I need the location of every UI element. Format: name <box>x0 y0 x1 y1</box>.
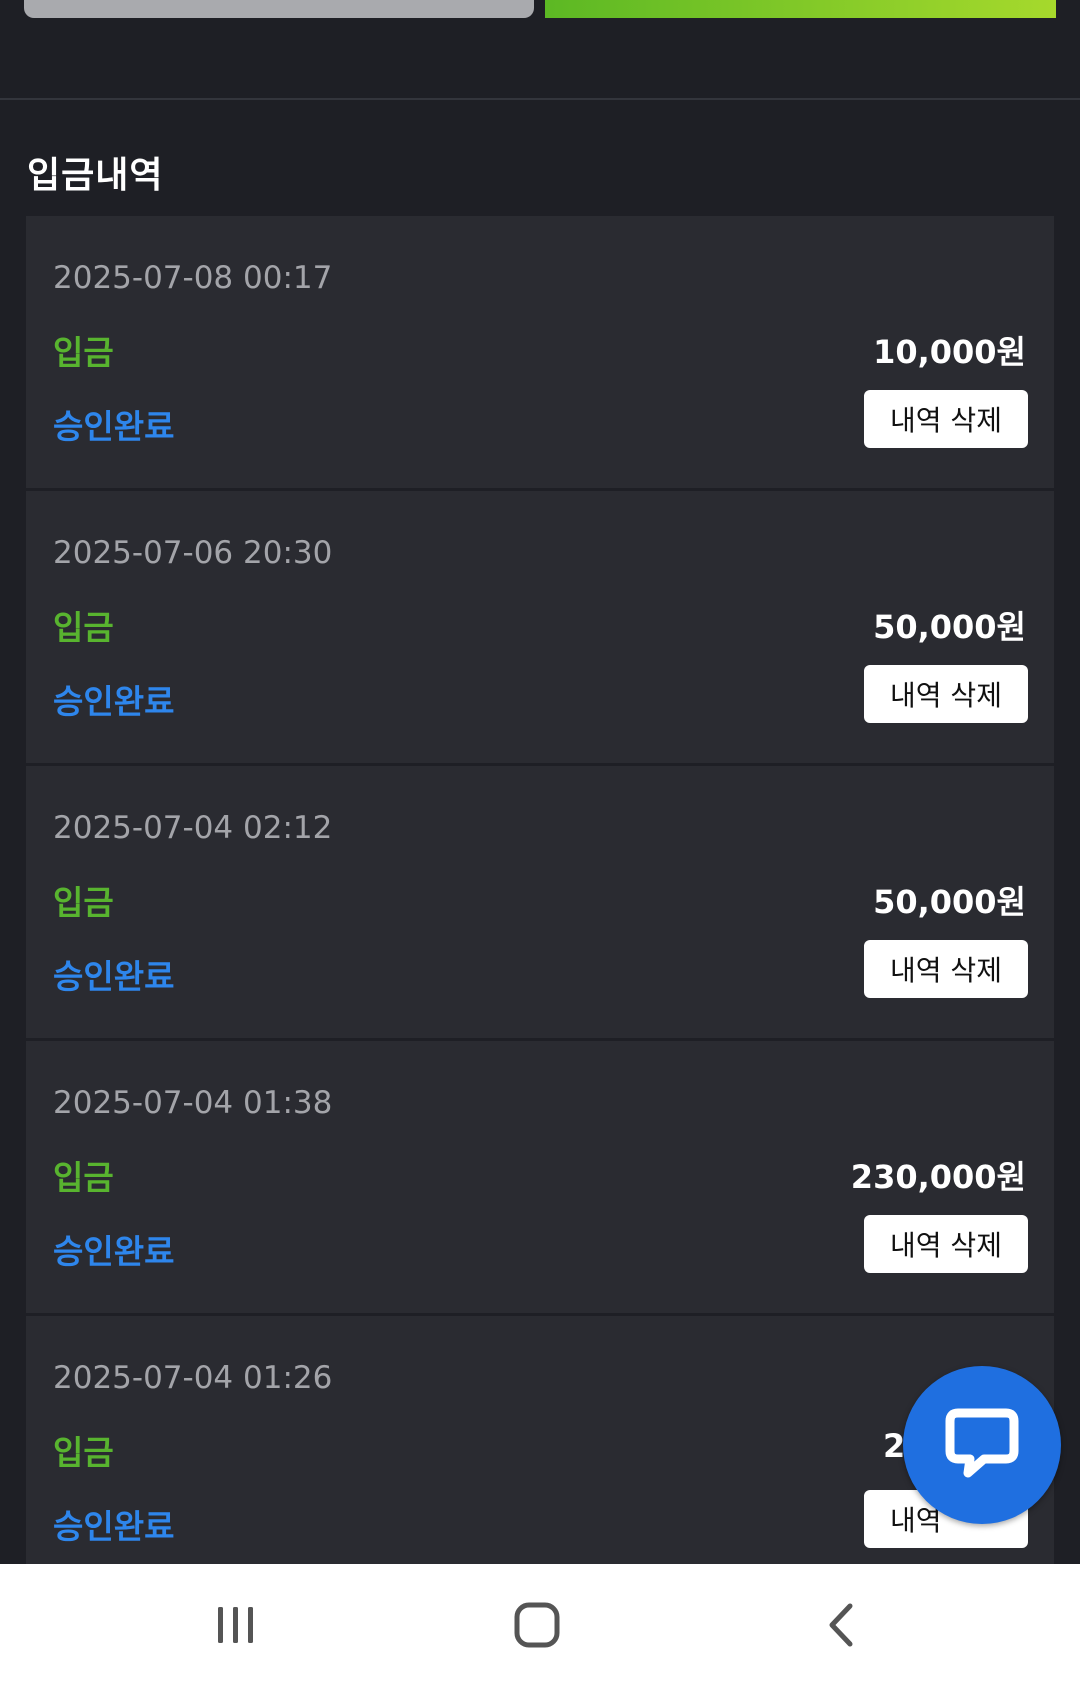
primary-action-button[interactable] <box>545 0 1056 18</box>
record-type: 입금 <box>53 1158 114 1197</box>
record-date: 2025-07-06 20:30 <box>53 535 333 571</box>
record-status: 승인완료 <box>53 1507 175 1546</box>
record-status: 승인완료 <box>53 957 175 996</box>
chat-button[interactable] <box>903 1366 1061 1524</box>
record-type: 입금 <box>53 608 114 647</box>
record-date: 2025-07-04 02:12 <box>53 810 333 846</box>
recent-apps-button[interactable] <box>156 1564 316 1690</box>
history-card: 2025-07-08 00:17 입금 10,000원 승인완료 내역 삭제 <box>26 216 1054 491</box>
system-navigation-bar <box>0 1564 1080 1690</box>
delete-record-button[interactable]: 내역 삭제 <box>864 390 1028 448</box>
history-card: 2025-07-04 01:26 입금 2 승인완료 내역 <box>26 1316 1054 1591</box>
top-action-area <box>0 0 1080 100</box>
record-status: 승인완료 <box>53 1232 175 1271</box>
record-date: 2025-07-04 01:26 <box>53 1360 333 1396</box>
history-card: 2025-07-04 02:12 입금 50,000원 승인완료 내역 삭제 <box>26 766 1054 1041</box>
record-status: 승인완료 <box>53 682 175 721</box>
record-amount: 230,000원 <box>850 1158 1026 1196</box>
record-type: 입금 <box>53 883 114 922</box>
record-amount: 50,000원 <box>873 608 1026 646</box>
recent-apps-icon <box>214 1603 258 1651</box>
home-button[interactable] <box>457 1564 617 1690</box>
record-type: 입금 <box>53 1433 114 1472</box>
history-card: 2025-07-04 01:38 입금 230,000원 승인완료 내역 삭제 <box>26 1041 1054 1316</box>
home-icon <box>514 1602 560 1652</box>
secondary-action-button[interactable] <box>24 0 534 18</box>
delete-record-button[interactable]: 내역 삭제 <box>864 940 1028 998</box>
section-title: 입금내역 <box>27 155 164 196</box>
record-amount: 10,000원 <box>873 333 1026 371</box>
record-type: 입금 <box>53 333 114 372</box>
delete-record-button[interactable]: 내역 삭제 <box>864 665 1028 723</box>
delete-record-button[interactable]: 내역 삭제 <box>864 1215 1028 1273</box>
deposit-history-list: 2025-07-08 00:17 입금 10,000원 승인완료 내역 삭제 2… <box>26 216 1054 1591</box>
record-status: 승인완료 <box>53 407 175 446</box>
back-icon <box>826 1602 856 1652</box>
back-button[interactable] <box>761 1564 921 1690</box>
history-card: 2025-07-06 20:30 입금 50,000원 승인완료 내역 삭제 <box>26 491 1054 766</box>
record-amount: 50,000원 <box>873 883 1026 921</box>
record-date: 2025-07-04 01:38 <box>53 1085 333 1121</box>
record-date: 2025-07-08 00:17 <box>53 260 333 296</box>
record-amount: 2 <box>883 1427 906 1465</box>
chat-bubble-icon <box>944 1407 1020 1483</box>
